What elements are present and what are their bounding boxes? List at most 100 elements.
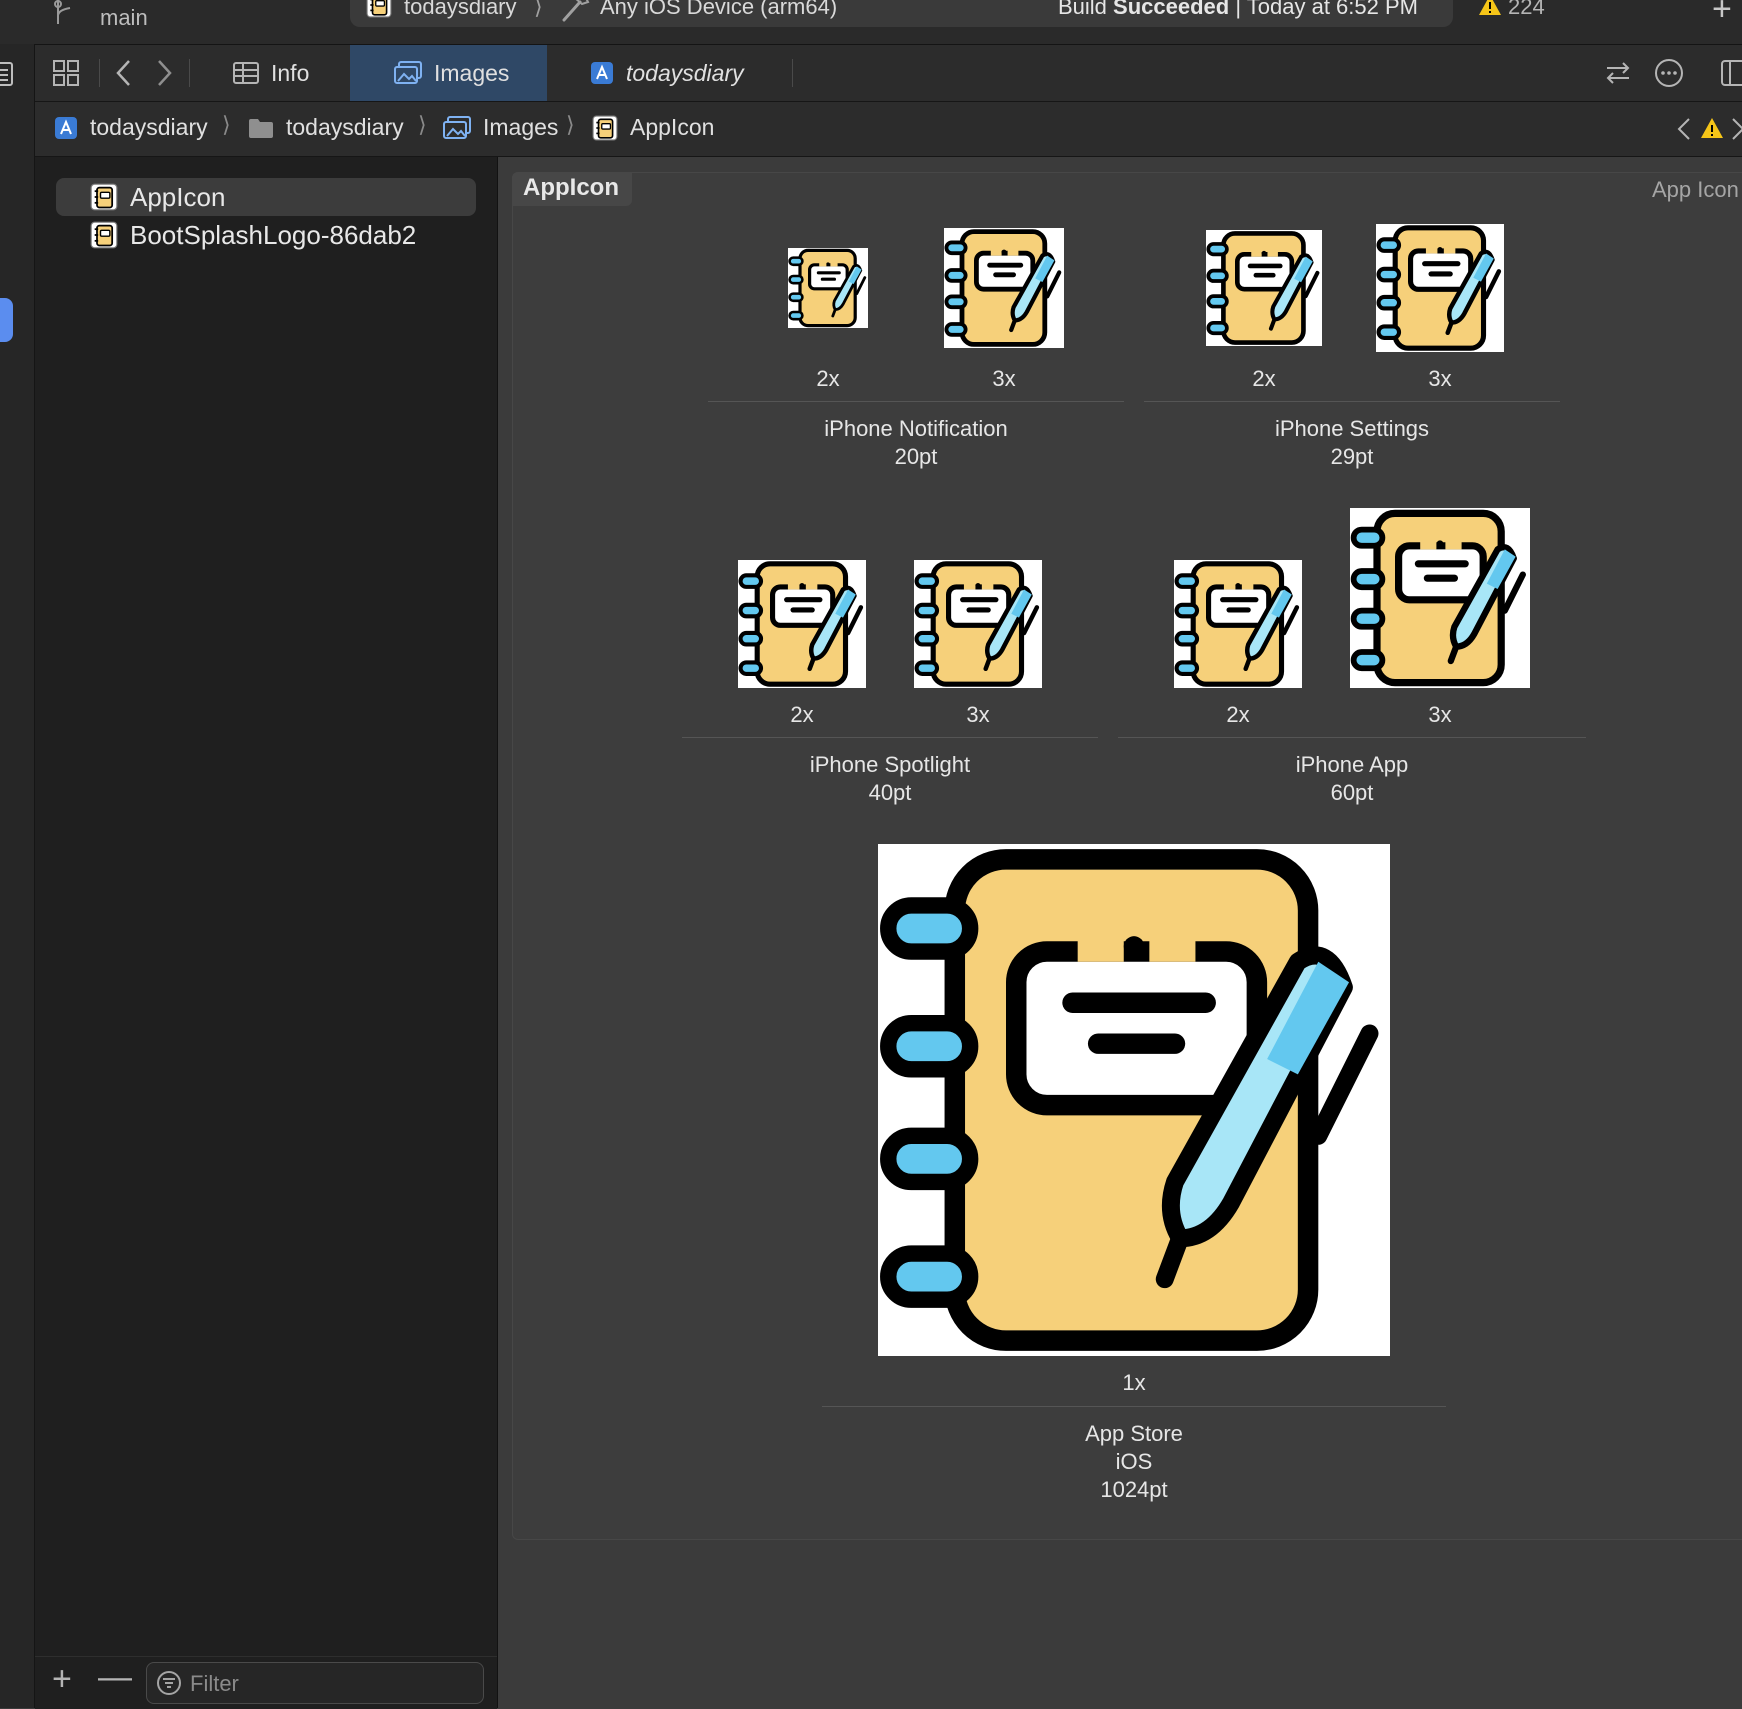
appicon-asset-icon	[90, 183, 118, 211]
chevron-right-icon: ⟩	[222, 112, 231, 137]
set-title: AppIcon	[523, 174, 619, 201]
scale-label: 1x	[1122, 1370, 1146, 1395]
app-project-icon	[55, 116, 77, 139]
app-icon-image	[1206, 230, 1322, 346]
table-icon	[233, 62, 259, 84]
icon-slot-spotlight-2x[interactable]	[738, 560, 866, 688]
swap-arrows-icon[interactable]	[1604, 60, 1632, 86]
images-icon	[443, 115, 471, 139]
chevron-right-icon: ⟩	[418, 112, 427, 137]
build-status: Build Succeeded | Today at 6:52 PM	[1058, 0, 1418, 20]
icon-slot-app-2x[interactable]	[1174, 560, 1302, 688]
chevron-right-icon: ⟩	[566, 112, 575, 137]
app-icon-image	[1376, 224, 1504, 352]
strip-selection-indicator[interactable]	[0, 298, 13, 342]
folder-icon	[249, 118, 273, 138]
scale-label: 3x	[1428, 702, 1452, 727]
icon-slot-settings-3x[interactable]	[1376, 224, 1504, 352]
filter-input[interactable]	[188, 1664, 472, 1704]
icon-slot-notification-3x[interactable]	[944, 228, 1064, 348]
group-name: App Store	[1085, 1421, 1183, 1446]
app-project-icon	[591, 62, 613, 84]
image-asset-icon	[90, 221, 118, 249]
group-divider	[822, 1406, 1446, 1407]
asset-item-label: BootSplashLogo-86dab2	[130, 219, 417, 250]
scale-label: 2x	[1252, 366, 1276, 391]
group-size: 20pt	[894, 444, 938, 469]
group-size: 29pt	[1330, 444, 1374, 469]
add-icon[interactable]: +	[1712, 0, 1732, 29]
group-divider	[708, 401, 1124, 402]
breadcrumb-label: AppIcon	[630, 114, 715, 140]
app-icon-image	[914, 560, 1042, 688]
chevron-left-icon[interactable]	[1676, 116, 1692, 142]
breadcrumb-folder[interactable]: todaysdiary	[248, 114, 404, 141]
icon-slot-spotlight-3x[interactable]	[914, 560, 1042, 688]
set-type-label: App Icon	[1652, 177, 1739, 202]
related-items-grid-icon[interactable]	[52, 59, 80, 87]
scale-label: 3x	[992, 366, 1016, 391]
toolbar-separator	[189, 59, 190, 87]
group-label-app: iPhone App 60pt	[1144, 751, 1560, 807]
scale-label: 2x	[816, 366, 840, 391]
scheme-selector[interactable]: todaysdiary	[404, 0, 517, 20]
breadcrumb-label: Images	[483, 114, 559, 140]
icon-slot-appstore-1x[interactable]	[878, 844, 1390, 1356]
group-platform: iOS	[1115, 1449, 1153, 1474]
warning-icon[interactable]	[1478, 0, 1502, 17]
add-asset-button[interactable]: +	[52, 1660, 72, 1699]
app-icon-image	[1350, 508, 1530, 688]
app-icon-image	[944, 228, 1064, 348]
group-divider	[682, 737, 1098, 738]
chevron-left-icon[interactable]	[114, 57, 134, 89]
remove-asset-button[interactable]: —	[98, 1658, 132, 1697]
app-icon-image	[1174, 560, 1302, 688]
inspector-toggle-icon[interactable]	[1720, 58, 1742, 88]
warning-count[interactable]: 224	[1508, 0, 1545, 20]
warning-icon[interactable]	[1700, 117, 1724, 139]
scale-label: 3x	[966, 702, 990, 727]
branch-name[interactable]: main	[100, 5, 148, 31]
left-edge-strip	[0, 44, 35, 1708]
breadcrumb-project[interactable]: todaysdiary	[54, 114, 208, 141]
run-destination-selector[interactable]: Any iOS Device (arm64)	[600, 0, 837, 20]
group-label-spotlight: iPhone Spotlight 40pt	[682, 751, 1098, 807]
group-name: iPhone Notification	[824, 416, 1008, 441]
group-size: 1024pt	[1100, 1477, 1168, 1502]
asset-item-bootsplashlogo[interactable]: BootSplashLogo-86dab2	[90, 216, 416, 254]
scale-label: 2x	[790, 702, 814, 727]
build-status-prefix: Build	[1058, 0, 1107, 19]
asset-item-appicon[interactable]: AppIcon	[90, 178, 225, 216]
tab-label: Info	[271, 59, 310, 86]
app-icon-image	[738, 560, 866, 688]
build-status-time: | Today at 6:52 PM	[1235, 0, 1418, 19]
scale-label: 3x	[1428, 366, 1452, 391]
tab-label: Images	[434, 59, 510, 86]
scheme-app-icon	[366, 0, 392, 18]
group-divider	[1118, 737, 1586, 738]
images-icon	[394, 61, 422, 84]
tab-images[interactable]: Images	[350, 45, 547, 101]
asset-item-label: AppIcon	[130, 181, 226, 212]
group-divider	[1144, 401, 1560, 402]
icon-slot-settings-2x[interactable]	[1206, 230, 1322, 346]
tab-label: todaysdiary	[626, 59, 744, 86]
icon-slot-notification-2x[interactable]	[788, 248, 868, 328]
chevron-right-icon[interactable]	[1730, 116, 1742, 142]
app-icon-image	[788, 248, 868, 328]
more-options-icon[interactable]	[1654, 58, 1684, 88]
document-icon[interactable]	[0, 60, 14, 88]
group-name: iPhone Spotlight	[809, 752, 971, 777]
hammer-icon	[560, 0, 590, 22]
tab-project[interactable]: todaysdiary	[570, 45, 790, 101]
chevron-right-icon[interactable]	[154, 57, 174, 89]
icon-slot-app-3x[interactable]	[1350, 508, 1530, 688]
scale-label: 2x	[1226, 702, 1250, 727]
breadcrumb-images[interactable]: Images	[443, 114, 558, 141]
group-size: 40pt	[868, 780, 912, 805]
breadcrumb-appicon[interactable]: AppIcon	[592, 114, 714, 141]
group-size: 60pt	[1330, 780, 1374, 805]
group-name: iPhone Settings	[1274, 416, 1430, 441]
tab-info[interactable]: Info	[213, 45, 333, 101]
group-name: iPhone App	[1295, 752, 1409, 777]
